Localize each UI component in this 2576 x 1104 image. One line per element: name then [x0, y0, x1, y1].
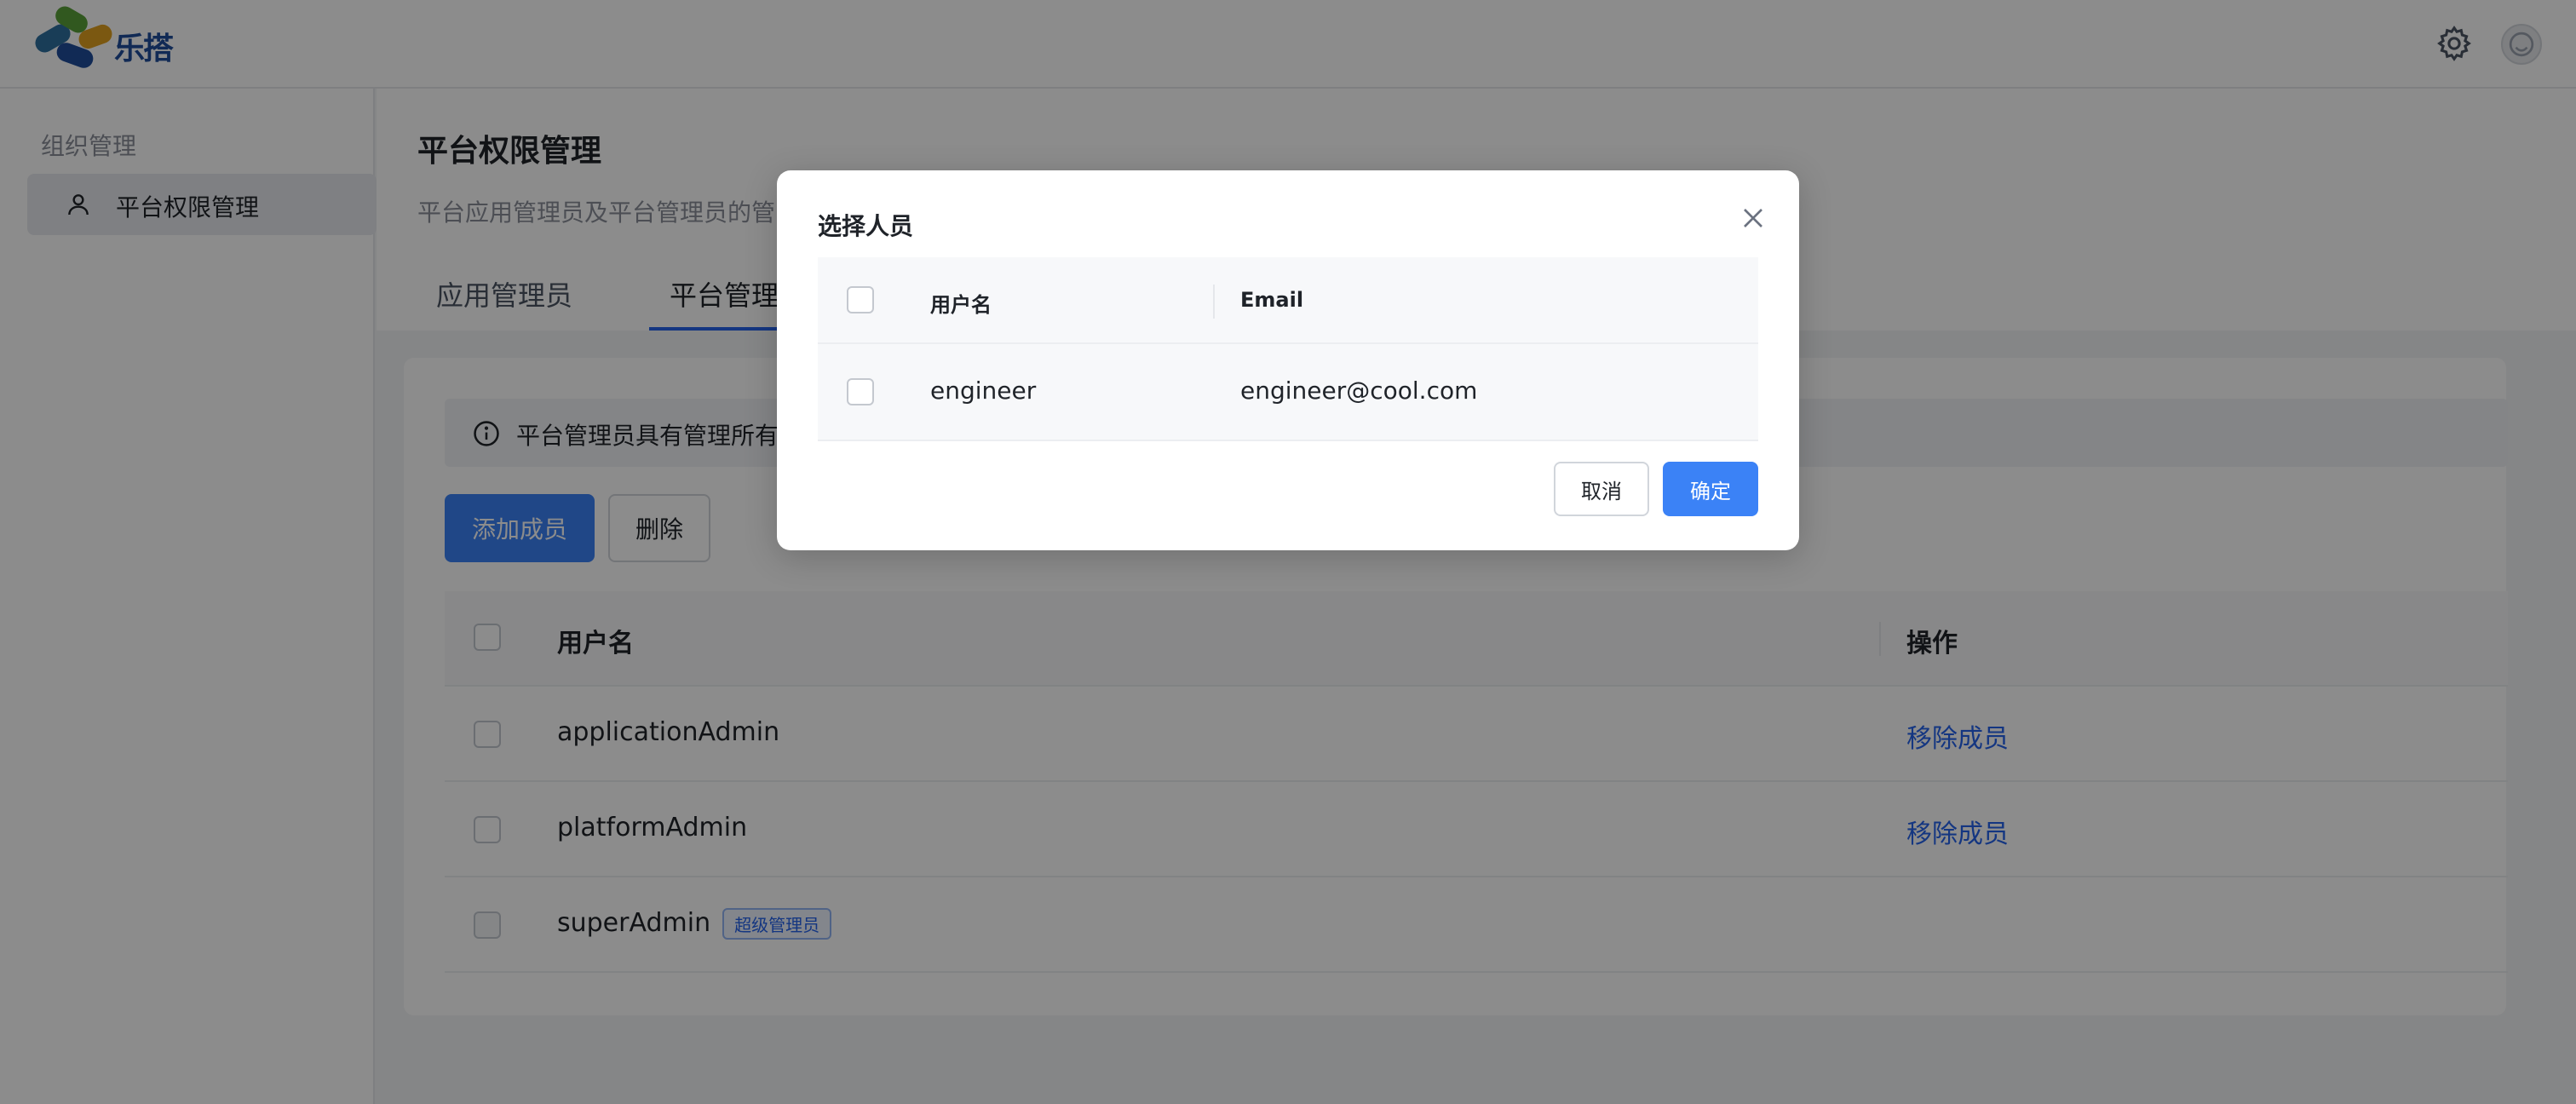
- modal-table-header: 用户名 Email: [818, 257, 1758, 344]
- modal-title: 选择人员: [818, 212, 914, 240]
- select-people-modal: 选择人员 用户名 Email engineer engineer@cool.co…: [777, 170, 1799, 550]
- modal-mask[interactable]: [0, 0, 2576, 1104]
- modal-table-row[interactable]: engineer engineer@cool.com: [818, 344, 1758, 441]
- cancel-button[interactable]: 取消: [1554, 462, 1649, 516]
- close-icon[interactable]: [1736, 201, 1770, 235]
- modal-people-table: 用户名 Email engineer engineer@cool.com: [818, 257, 1758, 441]
- modal-cell-email: engineer@cool.com: [1240, 377, 1478, 405]
- column-divider: [1213, 285, 1215, 319]
- modal-select-all-checkbox[interactable]: [847, 286, 874, 313]
- confirm-button[interactable]: 确定: [1663, 462, 1758, 516]
- modal-column-username: 用户名: [930, 293, 992, 317]
- modal-row-checkbox[interactable]: [847, 378, 874, 405]
- modal-cell-username: engineer: [930, 377, 1037, 405]
- modal-column-email: Email: [1240, 288, 1304, 312]
